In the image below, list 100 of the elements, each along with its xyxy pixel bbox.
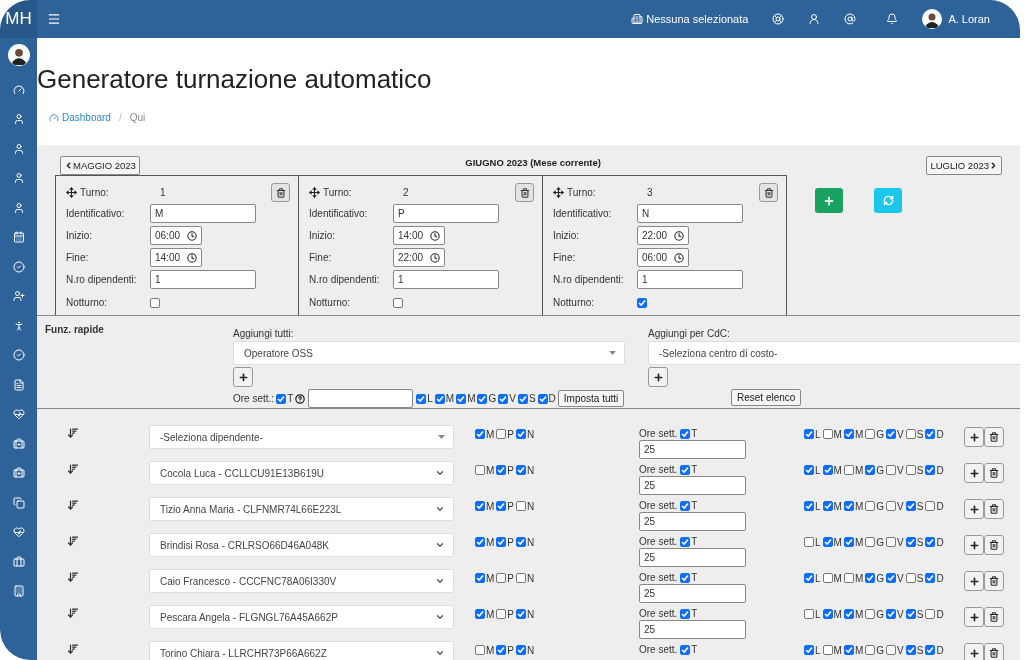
checkbox[interactable] <box>496 609 507 619</box>
sort-icon[interactable] <box>67 535 79 547</box>
checkbox[interactable] <box>456 393 467 404</box>
checkbox[interactable] <box>475 645 485 655</box>
checkbox[interactable] <box>822 573 833 583</box>
move-icon[interactable] <box>553 186 564 198</box>
user-name[interactable]: A. Loran <box>948 13 990 25</box>
text-field[interactable]: N <box>637 204 743 223</box>
heart-pulse-icon[interactable] <box>12 526 25 538</box>
checkbox[interactable] <box>496 645 507 655</box>
sort-icon[interactable] <box>67 607 79 619</box>
user-plus-icon[interactable] <box>12 290 25 302</box>
role-select[interactable]: Operatore OSS <box>233 341 625 365</box>
checkbox[interactable] <box>822 645 833 655</box>
checkbox[interactable] <box>925 609 936 619</box>
sort-icon[interactable] <box>67 499 79 511</box>
checkbox[interactable] <box>905 537 916 547</box>
checkbox[interactable] <box>822 501 833 511</box>
checkbox[interactable] <box>496 465 507 475</box>
user-icon[interactable] <box>12 172 25 184</box>
checkbox[interactable] <box>496 537 507 547</box>
time-field[interactable]: 06:00 <box>637 248 689 267</box>
checkbox[interactable] <box>843 501 854 511</box>
checkbox[interactable] <box>637 298 647 308</box>
user-icon[interactable] <box>808 13 821 25</box>
text-field[interactable]: 1 <box>393 270 499 289</box>
checkbox[interactable] <box>804 645 814 655</box>
checkbox[interactable] <box>886 645 897 655</box>
checkbox[interactable] <box>680 464 691 475</box>
checkbox[interactable] <box>680 608 691 619</box>
employee-select[interactable]: -Seleziona dipendente- <box>149 425 454 449</box>
file-icon[interactable] <box>12 378 25 391</box>
move-icon[interactable] <box>66 186 77 198</box>
add-button[interactable] <box>964 499 984 519</box>
checkbox[interactable] <box>804 501 814 511</box>
checkbox[interactable] <box>886 501 897 511</box>
checkbox[interactable] <box>516 465 526 475</box>
checkbox[interactable] <box>516 537 526 547</box>
cost-center-select[interactable]: -Seleziona centro di costo- <box>648 341 1020 365</box>
checkbox[interactable] <box>843 573 854 583</box>
checkbox[interactable] <box>843 429 854 439</box>
checkbox[interactable] <box>925 573 936 583</box>
logo[interactable]: MH <box>0 0 37 38</box>
checkbox[interactable] <box>925 429 936 439</box>
employee-select[interactable]: Pescara Angela - FLGNGL76A45A662P <box>149 605 454 629</box>
checkbox[interactable] <box>475 501 485 511</box>
help-icon[interactable] <box>295 393 306 404</box>
checkbox[interactable] <box>905 429 916 439</box>
checkbox[interactable] <box>680 644 691 655</box>
add-button[interactable] <box>964 607 984 627</box>
time-field[interactable]: 14:00 <box>393 226 445 245</box>
checkbox[interactable] <box>843 465 854 475</box>
checkbox[interactable] <box>477 393 488 404</box>
checkbox[interactable] <box>475 429 485 439</box>
user-icon[interactable] <box>12 142 25 155</box>
checkbox[interactable] <box>925 537 936 547</box>
checkbox[interactable] <box>804 465 814 475</box>
apply-all-button[interactable]: Imposta tutti <box>557 390 625 407</box>
checkbox[interactable] <box>886 609 897 619</box>
employee-select[interactable]: Cocola Luca - CCLLCU91E13B619U <box>149 461 454 485</box>
medical-kit-icon[interactable] <box>12 437 25 450</box>
gauge-icon[interactable] <box>12 83 25 96</box>
checkbox[interactable] <box>498 393 509 404</box>
briefcase-icon[interactable] <box>12 555 25 568</box>
text-field[interactable]: M <box>150 204 256 223</box>
delete-button[interactable] <box>515 183 534 202</box>
add-button[interactable] <box>964 643 984 660</box>
bell-icon[interactable] <box>886 13 899 25</box>
hours-input[interactable]: 25 <box>639 476 746 495</box>
sort-icon[interactable] <box>67 571 79 583</box>
checkbox[interactable] <box>905 465 916 475</box>
checkbox[interactable] <box>843 537 854 547</box>
checkbox[interactable] <box>843 609 854 619</box>
checkbox[interactable] <box>886 465 897 475</box>
move-icon[interactable] <box>309 186 320 198</box>
employee-select[interactable]: Torino Chiara - LLRCHR73P66A662Z <box>149 641 454 660</box>
reset-button[interactable]: Reset elenco <box>731 389 802 406</box>
checkbox[interactable] <box>516 429 526 439</box>
checkbox[interactable] <box>680 428 691 439</box>
sort-icon[interactable] <box>67 643 79 655</box>
hours-input[interactable]: 25 <box>639 548 746 567</box>
checkbox[interactable] <box>416 393 427 404</box>
sort-icon[interactable] <box>67 427 79 439</box>
checkbox[interactable] <box>822 609 833 619</box>
checkbox[interactable] <box>516 501 526 511</box>
checkbox[interactable] <box>886 537 897 547</box>
add-button[interactable] <box>233 367 253 387</box>
building-icon[interactable] <box>12 585 25 597</box>
add-button[interactable] <box>648 367 668 387</box>
checkbox[interactable] <box>475 465 485 475</box>
checkbox[interactable] <box>843 645 854 655</box>
checkbox[interactable] <box>925 645 936 655</box>
checkbox[interactable] <box>865 573 876 583</box>
text-field[interactable]: 1 <box>150 270 256 289</box>
checkbox[interactable] <box>496 501 507 511</box>
add-button[interactable] <box>964 427 984 447</box>
checkbox[interactable] <box>925 501 936 511</box>
checkbox[interactable] <box>150 298 160 308</box>
previous-month-button[interactable]: MAGGIO 2023 <box>60 155 140 175</box>
delete-button[interactable] <box>271 183 290 202</box>
